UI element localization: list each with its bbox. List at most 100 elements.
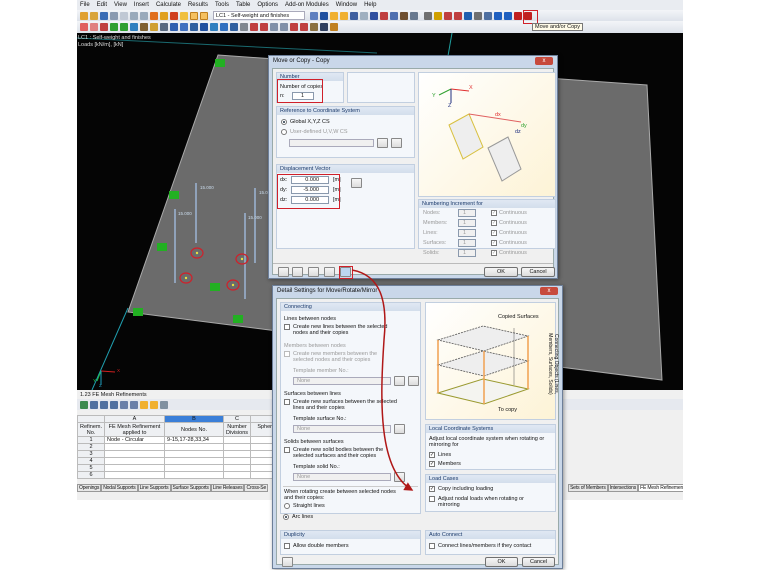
- table-row[interactable]: 3: [76, 450, 302, 458]
- show-loads-icon[interactable]: [330, 11, 338, 20]
- dimension-icon[interactable]: [150, 23, 158, 31]
- numbering-nodes-spinner[interactable]: 1: [458, 209, 476, 217]
- print-icon[interactable]: [110, 11, 118, 20]
- cell[interactable]: [104, 443, 166, 451]
- render-icon[interactable]: [170, 11, 178, 20]
- ok-button[interactable]: OK: [484, 267, 518, 277]
- table-row[interactable]: 6: [76, 471, 302, 479]
- new-icon[interactable]: [80, 11, 88, 20]
- load-icon[interactable]: [130, 23, 138, 31]
- adjust-nodal-loads-checkbox[interactable]: [429, 496, 435, 502]
- menu-calculate[interactable]: Calculate: [156, 2, 181, 8]
- template-solid-select[interactable]: None: [293, 473, 391, 481]
- cell[interactable]: 9-15,17-28,33,34: [164, 436, 225, 444]
- view-iso-icon[interactable]: [240, 23, 248, 31]
- excel-button[interactable]: [308, 267, 319, 277]
- template-surface-select[interactable]: None: [293, 425, 391, 433]
- numbering-lines-spinner[interactable]: 1: [458, 229, 476, 237]
- close-button[interactable]: x: [535, 57, 553, 65]
- view-icon[interactable]: [180, 11, 188, 20]
- view-3d-icon[interactable]: [300, 23, 308, 31]
- allow-double-members-checkbox[interactable]: [284, 543, 290, 549]
- table-row[interactable]: 2: [76, 443, 302, 451]
- tab-cross-sections[interactable]: Cross-Se: [244, 484, 269, 492]
- zoom-all-icon[interactable]: [250, 23, 258, 31]
- node-icon[interactable]: [494, 11, 502, 20]
- delete-row-icon[interactable]: [130, 400, 138, 409]
- undo-icon[interactable]: [130, 11, 138, 20]
- dxf-icon[interactable]: [180, 23, 188, 31]
- numbering-members-continuous-checkbox[interactable]: ✓: [491, 220, 497, 226]
- cell[interactable]: [223, 436, 252, 444]
- refresh-icon[interactable]: [160, 400, 168, 409]
- cancel-button[interactable]: Cancel: [522, 557, 555, 567]
- wireframe-icon[interactable]: [370, 11, 378, 20]
- filter-icon[interactable]: [90, 400, 98, 409]
- panel-icon[interactable]: [190, 11, 198, 20]
- delete-icon[interactable]: [454, 11, 462, 20]
- copy-icon[interactable]: [120, 11, 128, 20]
- numbering-solids-spinner[interactable]: 1: [458, 249, 476, 257]
- select-in-graphic-icon[interactable]: [140, 400, 148, 409]
- draw-line-icon[interactable]: [80, 23, 88, 31]
- show-results-icon[interactable]: [340, 11, 348, 20]
- divide-icon[interactable]: [484, 11, 492, 20]
- cancel-button[interactable]: Cancel: [521, 267, 555, 277]
- pick-icon[interactable]: [150, 400, 158, 409]
- help-button[interactable]: [282, 557, 293, 567]
- numbering-solids-continuous-checkbox[interactable]: ✓: [491, 250, 497, 256]
- tab-nodal-supports[interactable]: Nodal Supports: [101, 484, 138, 492]
- select-icon[interactable]: [360, 11, 368, 20]
- user-cs-select[interactable]: [289, 139, 374, 147]
- save-icon[interactable]: [100, 11, 108, 20]
- rotate-icon[interactable]: [444, 11, 452, 20]
- settings-icon[interactable]: [410, 11, 418, 20]
- info-button[interactable]: [324, 267, 335, 277]
- numbering-surfaces-continuous-checkbox[interactable]: ✓: [491, 240, 497, 246]
- insert-row-icon[interactable]: [120, 400, 128, 409]
- user-cs-radio[interactable]: [281, 129, 287, 135]
- load-case-select[interactable]: LC1 - Self-weight and finishes: [213, 11, 305, 20]
- visibility-icon[interactable]: [424, 11, 432, 20]
- tab-intersections[interactable]: Intersections: [607, 484, 639, 492]
- straight-lines-radio[interactable]: [284, 503, 290, 509]
- color-icon[interactable]: [320, 23, 328, 31]
- cell[interactable]: [164, 450, 225, 458]
- measure-icon[interactable]: [400, 11, 408, 20]
- edit-button[interactable]: [292, 267, 303, 277]
- move-copy-icon[interactable]: [434, 11, 442, 20]
- tab-surface-supports[interactable]: Surface Supports: [170, 484, 211, 492]
- support-line-icon[interactable]: [120, 23, 128, 31]
- cell[interactable]: [223, 443, 252, 451]
- menu-window[interactable]: Window: [336, 2, 357, 8]
- line-icon[interactable]: [504, 11, 512, 20]
- global-cs-radio[interactable]: [281, 119, 287, 125]
- cell[interactable]: [104, 450, 166, 458]
- draw-surface-icon[interactable]: [100, 23, 108, 31]
- connect-lines-checkbox[interactable]: [429, 543, 435, 549]
- menu-results[interactable]: Results: [188, 2, 208, 8]
- tab-openings[interactable]: Openings: [77, 484, 102, 492]
- cell[interactable]: [164, 464, 225, 472]
- excel-icon[interactable]: [80, 400, 88, 409]
- mirror-icon[interactable]: [464, 11, 472, 20]
- table-row[interactable]: 5: [76, 464, 302, 472]
- project-icon[interactable]: [474, 11, 482, 20]
- zoom-icon[interactable]: [350, 11, 358, 20]
- sort-icon[interactable]: [100, 400, 108, 409]
- table-row[interactable]: 1 Node - Circular 9-15,17-28,33,34: [76, 436, 302, 444]
- menu-view[interactable]: View: [114, 2, 127, 8]
- lines-checkbox[interactable]: ✓: [429, 452, 435, 458]
- cell[interactable]: [223, 464, 252, 472]
- numbering-lines-continuous-checkbox[interactable]: ✓: [491, 230, 497, 236]
- zoom-window-icon[interactable]: [260, 23, 268, 31]
- tab-line-releases[interactable]: Line Releases: [210, 484, 245, 492]
- pick-member-button[interactable]: [394, 376, 405, 386]
- guide-icon[interactable]: [210, 23, 218, 31]
- cell[interactable]: [223, 450, 252, 458]
- menu-edit[interactable]: Edit: [97, 2, 107, 8]
- table-row[interactable]: 4: [76, 457, 302, 465]
- cell[interactable]: [104, 471, 166, 479]
- work-plane-icon[interactable]: [200, 23, 208, 31]
- new-member-button[interactable]: [408, 376, 419, 386]
